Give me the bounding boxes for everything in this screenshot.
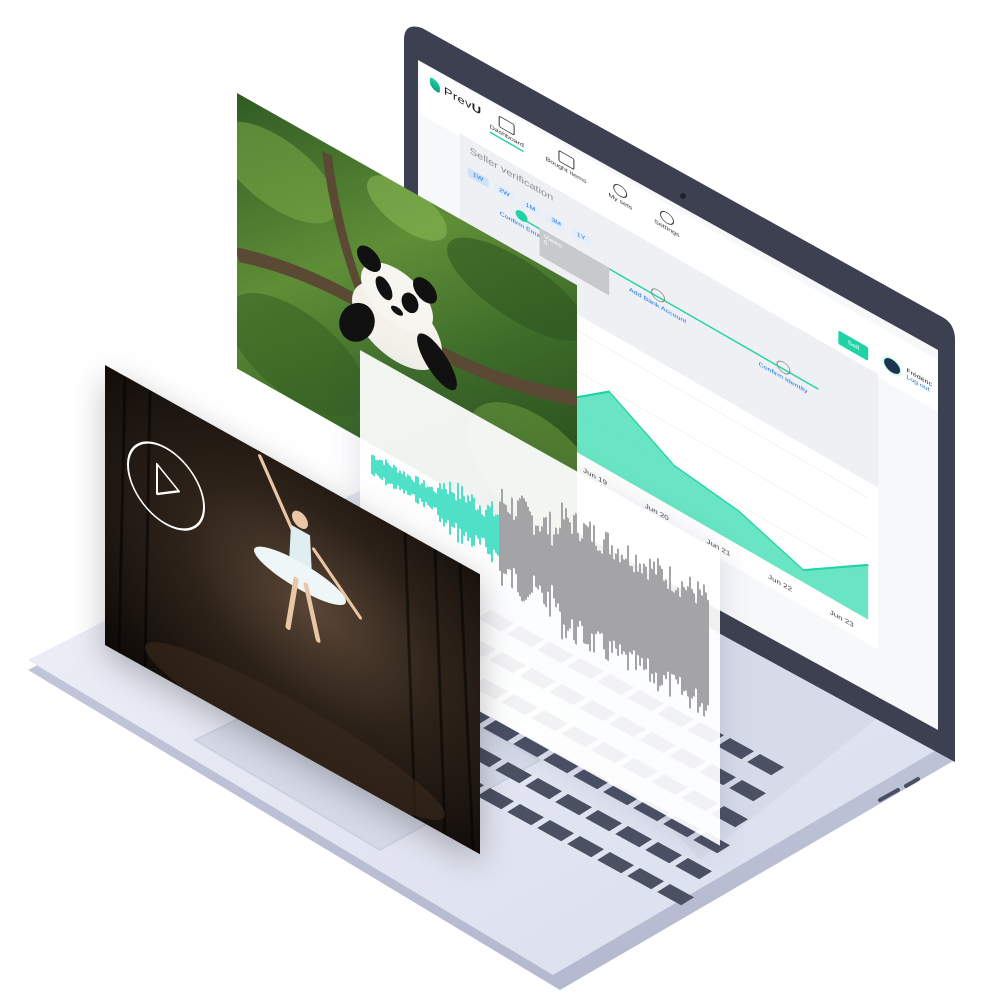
- range-3m[interactable]: 3M: [546, 212, 566, 233]
- range-1y[interactable]: 1Y: [571, 227, 591, 247]
- step-confirm-identity[interactable]: Confirm Identity: [759, 348, 807, 395]
- range-2w[interactable]: 2W: [494, 182, 515, 204]
- x-tick-label: Jun 22: [768, 572, 792, 593]
- x-tick-label: Jun 23: [830, 608, 854, 629]
- nav-my-sets[interactable]: My sets: [608, 178, 632, 215]
- logo-text-bold: U: [471, 99, 482, 118]
- avatar: [882, 352, 903, 381]
- range-1w[interactable]: 1W: [467, 167, 489, 188]
- hero-illustration: PrevU Dashboard Bought items My sets Set…: [0, 0, 1000, 1000]
- user-menu[interactable]: Frédéric Log out: [882, 352, 932, 397]
- step-add-bank-account[interactable]: Add Bank Account: [629, 273, 686, 325]
- webcam: [680, 193, 686, 199]
- nav-settings[interactable]: Settings: [654, 205, 679, 242]
- logo-mark-icon: [429, 76, 440, 94]
